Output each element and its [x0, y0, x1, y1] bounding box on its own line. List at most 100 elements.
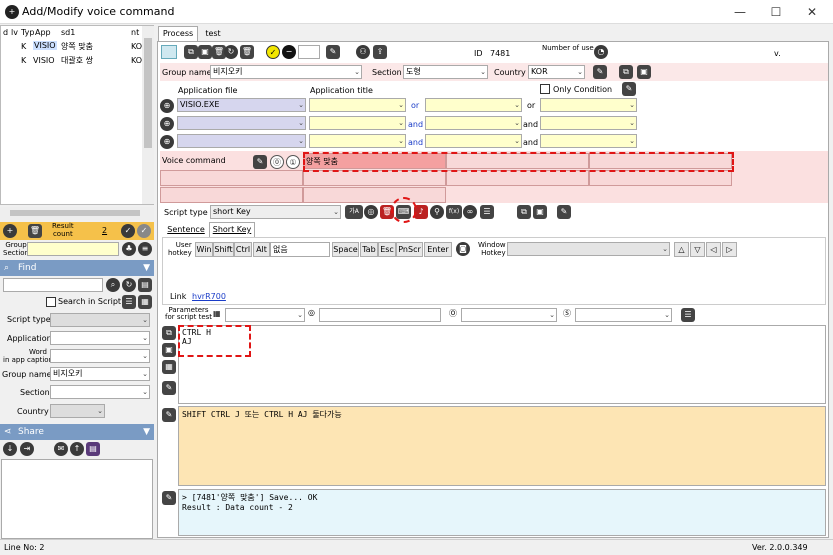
move-right-button[interactable]: ▷ — [722, 242, 737, 257]
link-icon[interactable]: ∞ — [463, 205, 477, 219]
clover-icon[interactable]: ♣ — [122, 242, 136, 256]
key-shift-button[interactable]: Shift — [213, 242, 234, 257]
script-type-select[interactable]: short Key ⌄ — [210, 205, 341, 219]
key-win-button[interactable]: Win — [195, 242, 213, 257]
app-title-select-1b[interactable]: ⌄ — [425, 98, 522, 112]
ko-icon[interactable]: 가A — [345, 205, 363, 219]
inbox-icon[interactable]: ✉ — [54, 442, 68, 456]
link-value[interactable]: hvrR700 — [192, 292, 226, 301]
upload-icon[interactable]: ↑ — [70, 442, 84, 456]
note-icon[interactable]: ✎ — [162, 408, 176, 422]
find-input[interactable] — [3, 278, 103, 292]
trash-icon[interactable]: 🗑 — [240, 45, 254, 59]
log-area[interactable]: > [7481'양쪽 맞춤'] Save... OK Result : Data … — [178, 489, 826, 536]
group-section-input[interactable] — [27, 242, 119, 256]
small-input[interactable] — [298, 45, 320, 59]
copy-icon[interactable]: ⧉ — [162, 326, 176, 340]
copy-icon[interactable]: ⧉ — [184, 45, 198, 59]
add-icon[interactable]: + — [3, 224, 17, 238]
col-sd1[interactable]: sd1 — [61, 28, 75, 37]
app-file-select-1[interactable]: VISIO.EXE ⌄ — [177, 98, 306, 112]
voice-command-6[interactable] — [446, 170, 589, 186]
paste-icon[interactable]: ▣ — [637, 65, 651, 79]
delete-icon[interactable]: 🗑 — [28, 224, 42, 238]
voice-command-4[interactable] — [160, 170, 303, 186]
voice-command-9[interactable] — [303, 187, 446, 203]
app-title-select-1c[interactable]: ⌄ — [540, 98, 637, 112]
group-name-select[interactable]: 비지오키 ⌄ — [210, 65, 362, 79]
pin-icon[interactable]: ⚲ — [430, 205, 444, 219]
globe-icon[interactable]: ◎ — [364, 205, 378, 219]
find-header[interactable]: Find ⌕ ▼ — [0, 260, 154, 276]
voice-command-7[interactable] — [589, 170, 732, 186]
share-header[interactable]: Share ⋖ ▼ — [0, 424, 154, 440]
voice-command-8[interactable] — [160, 187, 303, 203]
app-pick-icon[interactable]: ⊕ — [160, 135, 174, 149]
minimize-button[interactable]: — — [722, 0, 758, 24]
copy-icon[interactable]: ⧉ — [619, 65, 633, 79]
move-down-button[interactable]: ▽ — [690, 242, 705, 257]
note-icon[interactable]: ✎ — [622, 82, 636, 96]
app-pick-icon[interactable]: ⊕ — [160, 117, 174, 131]
number-icon[interactable]: ⓪ — [270, 155, 284, 169]
app-title-select-2c[interactable]: ⌄ — [540, 116, 637, 130]
tab-short-key[interactable]: Short Key — [209, 222, 255, 237]
download-icon[interactable]: ↓ — [3, 442, 17, 456]
search-icon[interactable]: ⌕ — [106, 278, 120, 292]
app-title-select-3[interactable]: ⌄ — [309, 134, 406, 148]
camera-icon[interactable]: ◙ — [456, 242, 470, 256]
param-select-3[interactable]: ⌄ — [575, 308, 672, 322]
note-icon[interactable]: ✎ — [557, 205, 571, 219]
param-select-1[interactable]: ⌄ — [225, 308, 305, 322]
search-in-script-checkbox[interactable] — [46, 297, 56, 307]
filter-script-type-select[interactable]: ⌄ — [50, 313, 150, 327]
app-title-select-2[interactable]: ⌄ — [309, 116, 406, 130]
key-alt-button[interactable]: Alt — [253, 242, 270, 257]
paste-icon[interactable]: ▣ — [162, 343, 176, 357]
tab-process[interactable]: Process — [158, 26, 198, 41]
grid-hscrollbar[interactable] — [0, 207, 154, 220]
filter-country-select[interactable]: ⌄ — [50, 404, 105, 418]
col-typ[interactable]: Typ — [21, 28, 34, 37]
key-enter-button[interactable]: Enter — [424, 242, 452, 257]
chart-icon[interactable]: ◔ — [594, 45, 608, 59]
tab-sentence[interactable]: Sentence — [164, 224, 208, 237]
maximize-button[interactable]: ☐ — [758, 0, 794, 24]
close-button[interactable]: ✕ — [794, 0, 830, 24]
note-icon[interactable]: ✎ — [593, 65, 607, 79]
paste-icon[interactable]: ▣ — [198, 45, 212, 59]
app-title-select-1[interactable]: ⌄ — [309, 98, 406, 112]
filter-application-select[interactable]: ⌄ — [50, 331, 150, 345]
minus-icon[interactable]: − — [282, 45, 296, 59]
login-icon[interactable]: ⇥ — [20, 442, 34, 456]
col-lv[interactable]: lv — [11, 28, 18, 37]
refresh-icon[interactable]: ↻ — [224, 45, 238, 59]
comment-area[interactable]: SHIFT CTRL J 또는 CTRL H AJ 둘다가능 — [178, 406, 826, 486]
share-doc-icon[interactable]: ▤ — [86, 442, 100, 456]
table-icon[interactable]: ▦ — [138, 295, 152, 309]
note-icon[interactable]: ✎ — [162, 491, 176, 505]
document-icon[interactable]: ▤ — [138, 278, 152, 292]
app-pick-icon[interactable]: ⊕ — [160, 99, 174, 113]
function-icon[interactable]: f(x) — [446, 205, 462, 219]
note-icon[interactable]: ✎ — [162, 381, 176, 395]
hotkey-input[interactable]: 없음 — [270, 242, 330, 257]
window-hotkey-select[interactable]: ⌄ — [507, 242, 670, 256]
copy-icon[interactable]: ⧉ — [517, 205, 531, 219]
col-d[interactable]: d — [3, 28, 8, 37]
check-icon[interactable]: ✓ — [121, 224, 135, 238]
app-title-select-3c[interactable]: ⌄ — [540, 134, 637, 148]
key-esc-button[interactable]: Esc — [378, 242, 396, 257]
filter-word-select[interactable]: ⌄ — [50, 349, 150, 363]
col-app[interactable]: App — [35, 28, 51, 37]
paste-icon[interactable]: ▣ — [533, 205, 547, 219]
number-icon[interactable]: ① — [286, 155, 300, 169]
move-up-button[interactable]: △ — [674, 242, 689, 257]
param-select-2[interactable]: ⌄ — [461, 308, 557, 322]
app-title-select-2b[interactable]: ⌄ — [425, 116, 522, 130]
filter-group-name-select[interactable]: 비지오키 ⌄ — [50, 367, 150, 381]
note-icon[interactable]: ✎ — [326, 45, 340, 59]
command-grid[interactable]: d lv Typ App sd1 nt K VISIO 양쪽 맞춤 KO K V… — [0, 25, 154, 205]
key-pnscr-button[interactable]: PnScr — [396, 242, 423, 257]
key-tab-button[interactable]: Tab — [360, 242, 378, 257]
